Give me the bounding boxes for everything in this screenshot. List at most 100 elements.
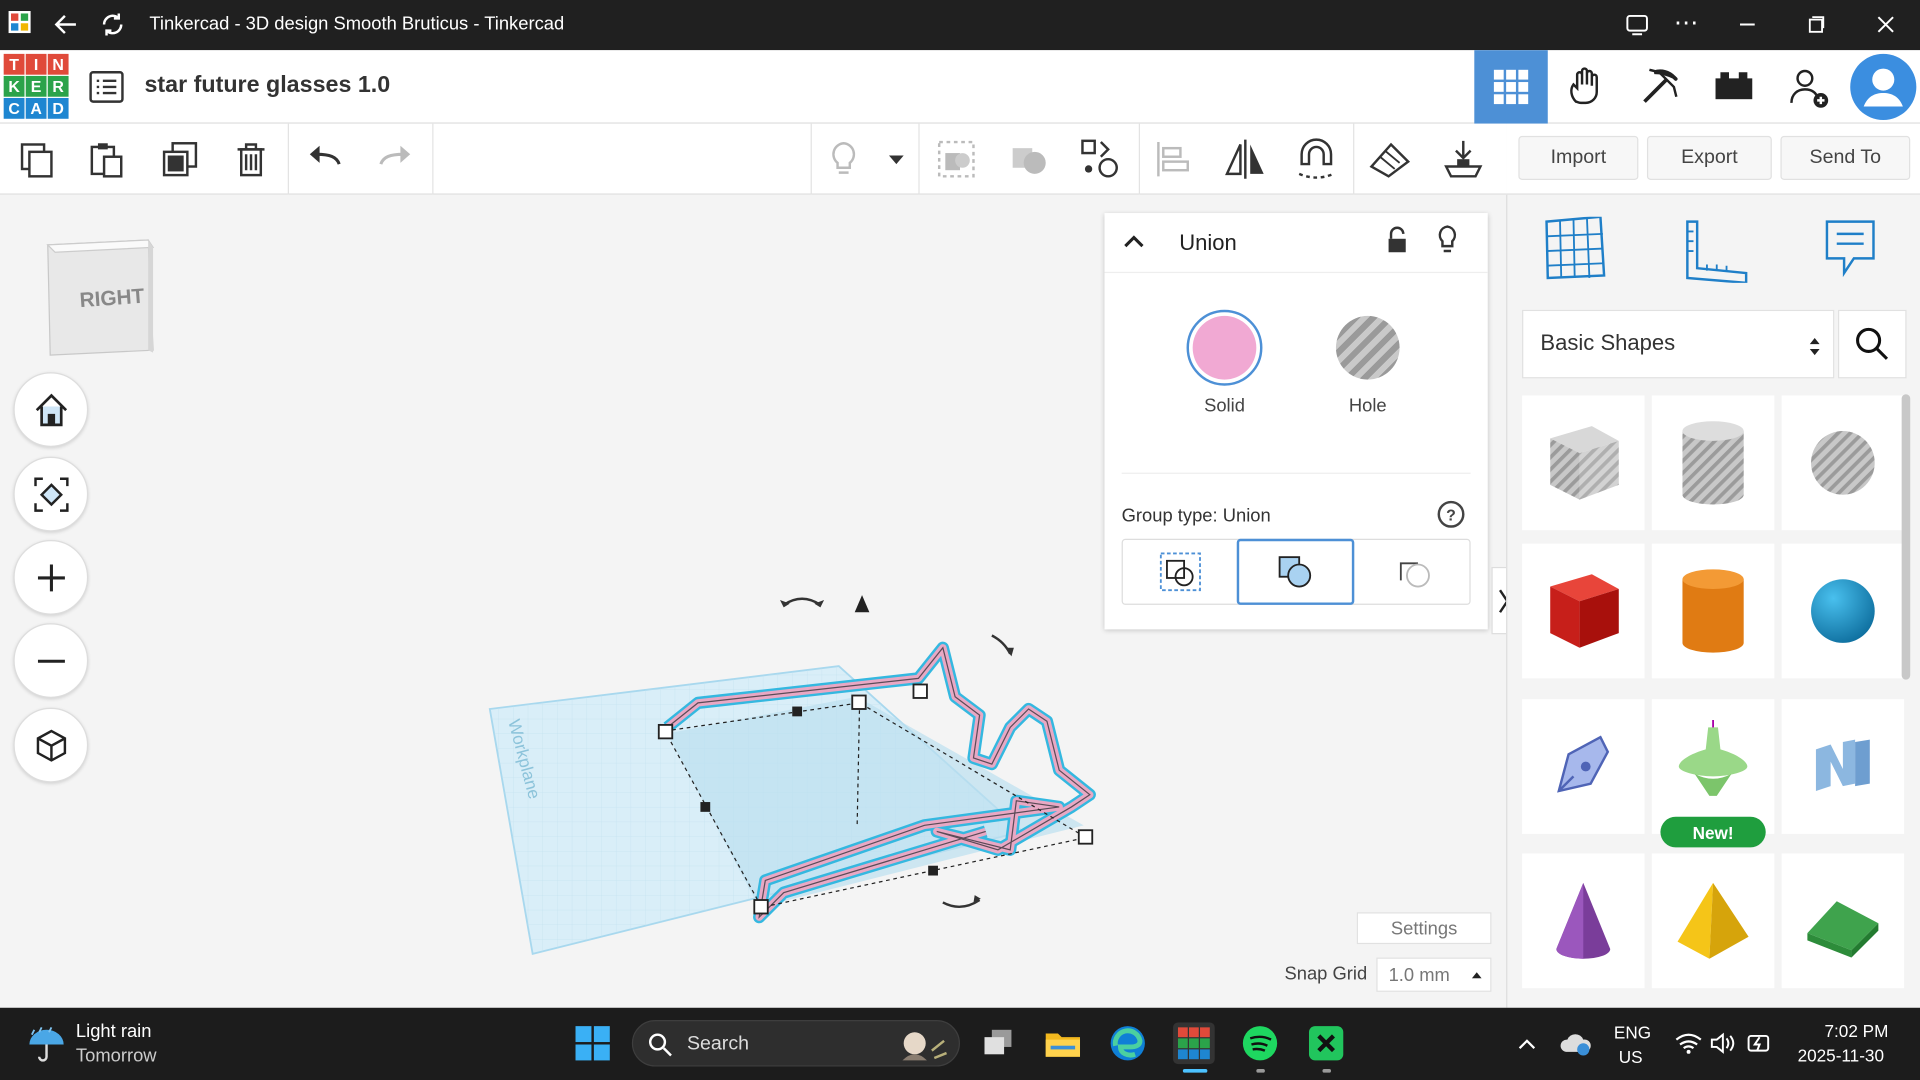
resize-handle[interactable] — [851, 694, 867, 710]
collapse-inspector-icon[interactable] — [1122, 229, 1146, 253]
tinkercad-taskbar-button[interactable] — [1173, 1022, 1215, 1065]
delete-button[interactable] — [228, 136, 275, 183]
mirror-button[interactable] — [1222, 136, 1269, 183]
pyramid-icon — [1677, 882, 1749, 959]
show-notes-button[interactable] — [820, 136, 867, 183]
more-options-icon[interactable]: ⋯ — [1674, 7, 1703, 37]
shape-sphere[interactable] — [1781, 543, 1905, 679]
align-button[interactable] — [1151, 136, 1198, 183]
undo-button[interactable] — [301, 136, 348, 183]
xbox-app-button[interactable] — [1305, 1022, 1347, 1064]
paste-button[interactable] — [83, 136, 130, 183]
rotate-handle[interactable] — [991, 634, 1012, 655]
shape-pyramid[interactable] — [1651, 853, 1775, 989]
zoom-out-button[interactable] — [13, 623, 89, 698]
zoom-in-button[interactable] — [13, 540, 89, 615]
group-button[interactable] — [933, 136, 980, 183]
ungroup-button[interactable] — [1005, 136, 1052, 183]
bricks-view-button[interactable] — [1697, 50, 1770, 123]
invite-user-button[interactable] — [1772, 50, 1845, 123]
weather-rain-icon[interactable] — [27, 1025, 66, 1064]
shape-cone[interactable] — [1522, 853, 1645, 989]
shape-box[interactable] — [1522, 543, 1645, 679]
task-view-button[interactable] — [977, 1022, 1019, 1064]
resize-handle[interactable] — [657, 723, 674, 740]
duplicate-button[interactable] — [157, 136, 204, 183]
start-button[interactable] — [572, 1022, 614, 1064]
help-icon[interactable]: ? — [1437, 500, 1465, 528]
3d-design-view-button[interactable] — [1474, 50, 1548, 124]
shape-category-select[interactable]: Basic Shapes — [1522, 309, 1835, 379]
projection-toggle-button[interactable] — [13, 707, 89, 783]
language-indicator[interactable]: ENG — [1614, 1022, 1651, 1042]
minecraft-view-button[interactable] — [1622, 50, 1695, 123]
workplane-button[interactable] — [1367, 136, 1414, 183]
home-view-button[interactable] — [13, 372, 89, 447]
drop-button[interactable] — [1440, 136, 1487, 183]
solid-color-swatch[interactable] — [1186, 309, 1263, 386]
chevron-up-icon — [1518, 1039, 1536, 1049]
copy-button[interactable] — [13, 136, 60, 183]
minimize-icon[interactable] — [1733, 10, 1762, 39]
snap-grid-select[interactable]: 1.0 mm — [1376, 957, 1492, 992]
settings-button[interactable]: Settings — [1356, 912, 1492, 945]
ruler-tool-button[interactable] — [1682, 219, 1748, 285]
back-arrow-icon[interactable] — [51, 10, 80, 39]
lock-icon[interactable] — [1384, 225, 1411, 254]
shape-roof[interactable] — [1781, 853, 1905, 989]
import-button[interactable]: Import — [1518, 135, 1639, 181]
magnet-button[interactable] — [1293, 136, 1340, 183]
notes-dropdown-button[interactable] — [874, 136, 918, 183]
send-to-button[interactable]: Send To — [1780, 135, 1911, 181]
shape-box-hole[interactable] — [1522, 395, 1645, 531]
blocks-view-button[interactable] — [1549, 50, 1622, 123]
project-title[interactable]: star future glasses 1.0 — [144, 72, 390, 99]
resize-handle[interactable] — [1077, 829, 1094, 845]
design-list-icon[interactable] — [88, 69, 125, 106]
shape-new-item[interactable] — [1651, 699, 1775, 834]
volume-button[interactable] — [1702, 1022, 1744, 1064]
shape-scribble[interactable] — [1522, 699, 1645, 834]
hole-label: Hole — [1348, 395, 1387, 417]
workplane-tool-button[interactable] — [1544, 215, 1608, 281]
show-hidden-icons-button[interactable] — [1506, 1022, 1548, 1064]
clock-time[interactable]: 7:02 PM — [1825, 1021, 1889, 1041]
notes-tool-button[interactable] — [1822, 217, 1878, 286]
fit-view-button[interactable] — [13, 456, 89, 532]
refresh-icon[interactable] — [98, 10, 127, 39]
shape-cylinder-hole[interactable] — [1651, 395, 1775, 531]
group-type-intersect-button[interactable] — [1123, 540, 1237, 604]
shapes-scrollbar[interactable] — [1901, 394, 1911, 680]
shape-text[interactable] — [1781, 699, 1905, 834]
cruise-button[interactable] — [1078, 136, 1125, 183]
group-type-subtract-button[interactable] — [1354, 540, 1470, 604]
taskbar-search[interactable]: Search — [631, 1020, 961, 1067]
profile-avatar[interactable] — [1847, 50, 1920, 123]
tinkercad-logo[interactable]: T I N K E R C A D — [3, 53, 69, 119]
edge-browser-button[interactable] — [1107, 1022, 1149, 1064]
hole-swatch[interactable] — [1335, 315, 1400, 380]
shape-sphere-hole[interactable] — [1781, 395, 1905, 531]
cast-icon[interactable] — [1622, 10, 1651, 39]
lightbulb-icon[interactable] — [1434, 224, 1461, 256]
battery-button[interactable] — [1739, 1022, 1781, 1064]
resize-handle[interactable] — [792, 706, 803, 717]
restore-icon[interactable] — [1801, 10, 1830, 39]
resize-handle[interactable] — [700, 802, 711, 812]
resize-handle[interactable] — [753, 899, 769, 915]
redo-button[interactable] — [372, 136, 419, 183]
shape-search-button[interactable] — [1837, 309, 1907, 379]
file-explorer-button[interactable] — [1042, 1022, 1084, 1064]
cloud-icon — [1560, 1034, 1591, 1056]
close-icon[interactable] — [1871, 10, 1900, 39]
export-button[interactable]: Export — [1646, 135, 1772, 181]
workplane-scene[interactable]: Workplane — [484, 587, 1108, 960]
group-type-union-button[interactable] — [1236, 538, 1355, 605]
spotify-button[interactable] — [1239, 1022, 1281, 1064]
view-cube[interactable]: RIGHT — [43, 238, 156, 360]
lift-handle[interactable] — [854, 595, 870, 613]
shape-cylinder[interactable] — [1651, 543, 1775, 679]
resize-handle[interactable] — [928, 865, 938, 876]
resize-handle[interactable] — [912, 683, 928, 699]
onedrive-button[interactable] — [1555, 1022, 1597, 1064]
